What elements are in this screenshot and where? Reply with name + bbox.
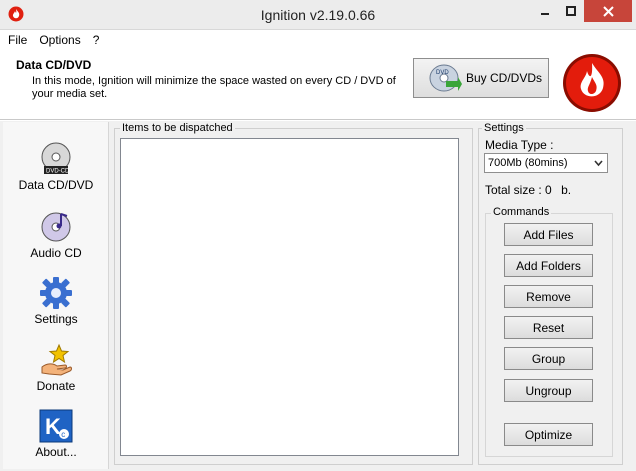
about-k-icon: K c bbox=[39, 409, 73, 443]
maximize-icon bbox=[566, 6, 576, 16]
sidebar-item-data-cd-dvd[interactable]: DVD-CD Data CD/DVD bbox=[3, 142, 109, 202]
ungroup-button[interactable]: Ungroup bbox=[504, 379, 593, 402]
buy-cd-dvds-button[interactable]: DVD Buy CD/DVDs bbox=[413, 58, 549, 98]
mode-header: Data CD/DVD In this mode, Ignition will … bbox=[0, 50, 636, 120]
sidebar-item-about[interactable]: K c About... bbox=[3, 409, 109, 469]
mode-sidebar: DVD-CD Data CD/DVD Audio CD Settings Don… bbox=[3, 122, 109, 469]
flame-logo-icon bbox=[563, 54, 621, 112]
optimize-button[interactable]: Optimize bbox=[504, 423, 593, 446]
main-area: DVD-CD Data CD/DVD Audio CD Settings Don… bbox=[0, 121, 636, 471]
minimize-button[interactable] bbox=[532, 0, 558, 22]
maximize-button[interactable] bbox=[558, 0, 584, 22]
settings-group-legend: Settings bbox=[482, 122, 526, 134]
menu-help[interactable]: ? bbox=[93, 33, 100, 47]
group-button[interactable]: Group bbox=[504, 347, 593, 370]
close-button[interactable] bbox=[584, 0, 632, 22]
sidebar-item-audio-cd[interactable]: Audio CD bbox=[3, 210, 109, 270]
mode-description: In this mode, Ignition will minimize the… bbox=[32, 75, 396, 100]
sidebar-item-donate[interactable]: Donate bbox=[3, 343, 109, 403]
media-type-label: Media Type : bbox=[485, 138, 554, 152]
sidebar-item-label: Audio CD bbox=[30, 246, 82, 260]
menu-file[interactable]: File bbox=[8, 33, 27, 47]
svg-text:K: K bbox=[45, 414, 61, 439]
commands-group-legend: Commands bbox=[491, 206, 552, 218]
items-list[interactable] bbox=[120, 138, 459, 456]
media-type-select[interactable]: 700Mb (80mins) bbox=[484, 153, 608, 173]
chevron-down-icon bbox=[594, 160, 603, 167]
add-files-button[interactable]: Add Files bbox=[504, 223, 593, 246]
menu-options[interactable]: Options bbox=[39, 33, 80, 47]
items-group-legend: Items to be dispatched bbox=[120, 122, 235, 134]
total-size-value: 0 bbox=[545, 183, 552, 197]
gear-icon bbox=[40, 277, 72, 309]
dvd-cd-icon: DVD-CD bbox=[41, 142, 71, 175]
sidebar-item-label: Data CD/DVD bbox=[18, 178, 94, 192]
audio-cd-icon bbox=[41, 212, 71, 242]
menu-bar: File Options ? bbox=[0, 30, 636, 50]
add-folders-button[interactable]: Add Folders bbox=[504, 254, 593, 277]
svg-text:c: c bbox=[61, 430, 65, 439]
remove-button[interactable]: Remove bbox=[504, 285, 593, 308]
minimize-icon bbox=[541, 13, 549, 15]
svg-text:DVD: DVD bbox=[436, 70, 449, 76]
sidebar-item-label: Settings bbox=[34, 312, 78, 326]
buy-button-label: Buy CD/DVDs bbox=[466, 71, 543, 85]
svg-text:DVD-CD: DVD-CD bbox=[46, 169, 70, 175]
sidebar-item-label: Donate bbox=[36, 379, 76, 393]
total-size-unit: b. bbox=[561, 183, 572, 197]
title-bar: Ignition v2.19.0.66 bbox=[0, 0, 636, 30]
sidebar-item-label: About... bbox=[35, 445, 77, 459]
donate-hand-icon bbox=[41, 343, 72, 376]
dvd-disc-icon: DVD bbox=[429, 64, 462, 92]
close-icon bbox=[602, 5, 614, 17]
media-type-value: 700Mb (80mins) bbox=[488, 157, 568, 169]
sidebar-item-settings[interactable]: Settings bbox=[3, 276, 109, 336]
reset-button[interactable]: Reset bbox=[504, 316, 593, 339]
total-size-text: Total size : 0 b. bbox=[485, 183, 571, 197]
total-size-label: Total size : bbox=[485, 183, 542, 197]
mode-title: Data CD/DVD bbox=[16, 58, 92, 72]
